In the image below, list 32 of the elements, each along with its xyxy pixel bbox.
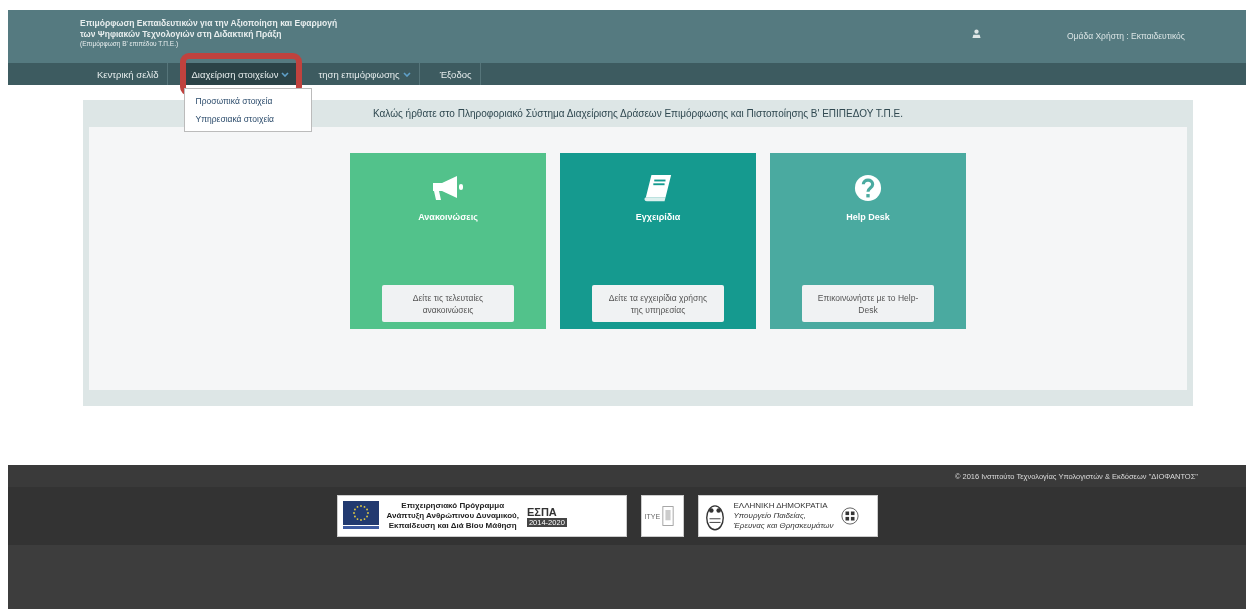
tile-button[interactable]: Δείτε τα εγχειρίδια χρήσης της υπηρεσίας	[592, 285, 724, 322]
nav-tab[interactable]: τηση επιμόρφωσης	[310, 63, 420, 85]
ministry-name: Έρευνας και Θρησκευμάτων	[733, 521, 834, 531]
site-title: των Ψηφιακών Τεχνολογιών στη Διδακτική Πράξη	[80, 29, 283, 40]
menu-item[interactable]: Προσωπικά στοιχεία	[184, 92, 311, 110]
building-icon	[662, 504, 675, 528]
ministry-name: ΕΛΛΗΝΙΚΗ ΔΗΜΟΚΡΑΤΙΑ	[733, 501, 829, 511]
caret-icon	[281, 71, 290, 77]
nav-tab[interactable]: Κεντρική σελίδ	[89, 63, 168, 85]
tile-title: Help Desk	[846, 212, 890, 222]
welcome-message: Καλώς ήρθατε στο Πληροφοριακό Σύστημα Διαχείρισης Δράσεων Επιμόρφωσης και Πιστοποίησης Β' ΕΠΙΠΕΔΟΥ Τ.Π.Ε.	[373, 108, 903, 119]
user-group-label: Ομάδα Χρήστη : Εκπαιδευτικός	[1067, 31, 1185, 41]
site-title: Επιμόρφωση Εκπαιδευτικών για την Αξιοποίηση και Εφαρμογή	[80, 18, 339, 29]
ministry-name: Υπουργείο Παιδείας,	[733, 511, 808, 521]
menu-item[interactable]: Υπηρεσιακά στοιχεία	[184, 110, 311, 128]
question-icon	[854, 173, 882, 203]
eu-flag-icon	[342, 501, 379, 531]
emblem-icon	[841, 507, 860, 525]
tile-button[interactable]: Δείτε τις τελευταίες ανακοινώσεις	[382, 285, 514, 322]
nav-tab[interactable]: Έξοδος	[431, 63, 481, 85]
program-name: Επιχειρησιακό Πρόγραμμα	[400, 501, 506, 511]
nav-tab[interactable]: Διαχείριση στοιχείων	[183, 63, 299, 85]
espa-mark: ΕΣΠΑ	[526, 505, 558, 518]
tile-title: Εγχειρίδια	[635, 212, 681, 222]
megaphone-icon	[431, 173, 465, 203]
program-name: Εκπαίδευση και Διά Βίου Μάθηση	[387, 521, 518, 531]
tile-title: Ανακοινώσεις	[418, 212, 478, 222]
tile-button[interactable]: Επικοινωνήστε με το Help-Desk	[802, 285, 934, 322]
caret-icon	[402, 71, 411, 77]
book-icon	[643, 173, 673, 203]
user-icon[interactable]	[972, 29, 981, 38]
program-name: Ανάπτυξη Ανθρώπινου Δυναμικού,	[386, 511, 519, 521]
